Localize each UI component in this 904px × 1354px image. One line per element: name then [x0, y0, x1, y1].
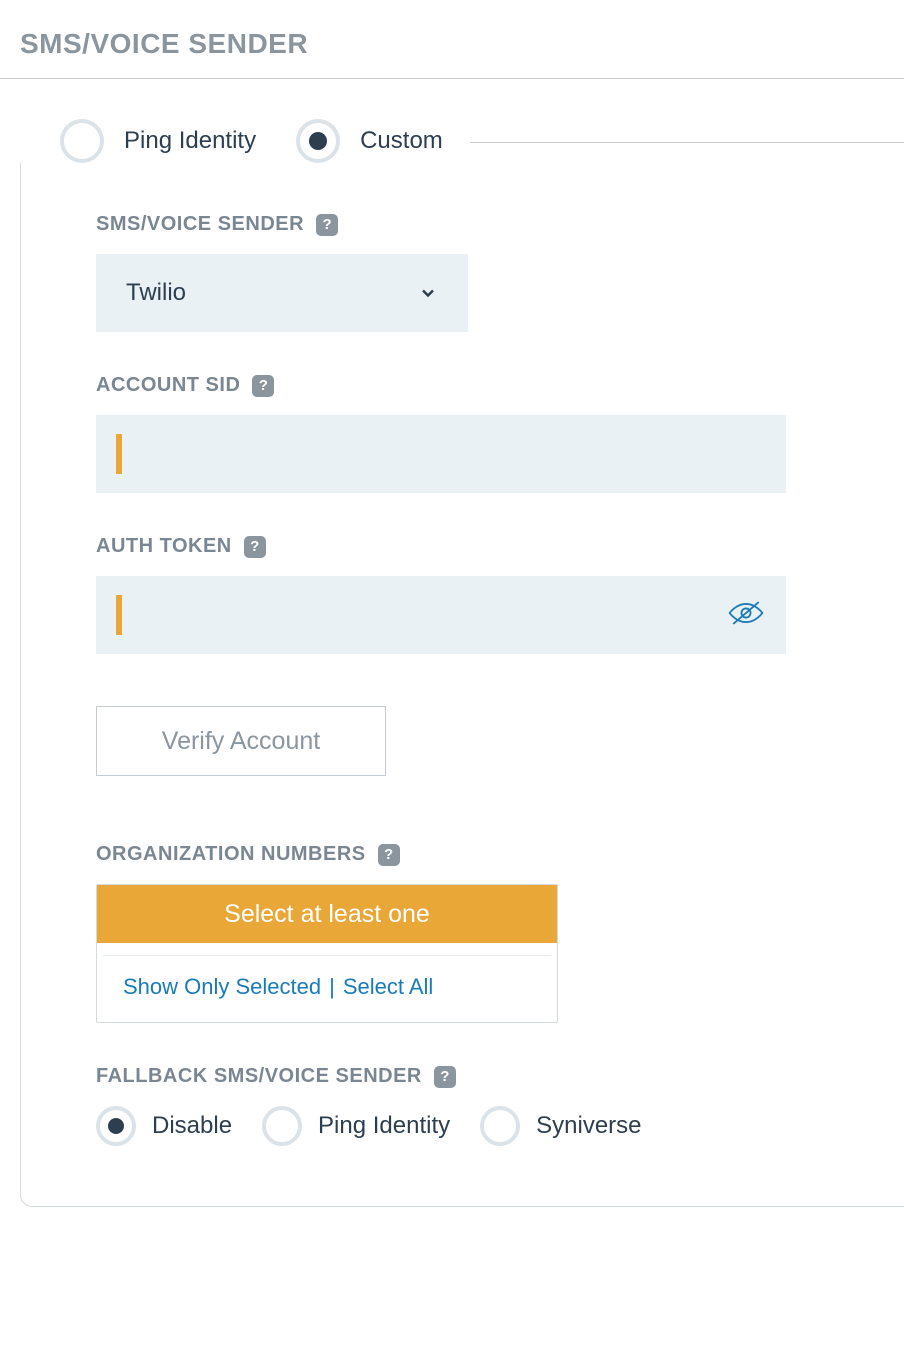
divider: |	[329, 974, 335, 1000]
account-sid-input[interactable]	[126, 441, 766, 467]
radio-icon	[96, 1106, 136, 1146]
show-only-selected-link[interactable]: Show Only Selected	[123, 974, 321, 1000]
tab-custom[interactable]: Custom	[296, 119, 443, 163]
help-icon[interactable]: ?	[434, 1066, 456, 1088]
radio-icon	[60, 119, 104, 163]
field-label-row: ORGANIZATION NUMBERS ?	[96, 843, 904, 866]
sender-select[interactable]: Twilio	[96, 254, 468, 332]
select-all-link[interactable]: Select All	[343, 974, 434, 1000]
fallback-options-row: Disable Ping Identity Syniverse	[96, 1106, 904, 1146]
tab-label: Ping Identity	[124, 127, 256, 155]
auth-token-group: AUTH TOKEN ?	[96, 535, 904, 654]
eye-hidden-icon[interactable]	[726, 597, 766, 634]
fallback-option-label: Ping Identity	[318, 1112, 450, 1140]
radio-icon	[296, 119, 340, 163]
field-label-row: AUTH TOKEN ?	[96, 535, 904, 558]
org-numbers-label: ORGANIZATION NUMBERS	[96, 843, 366, 866]
field-label-row: FALLBACK SMS/VOICE SENDER ?	[96, 1065, 904, 1088]
sender-field-group: SMS/VOICE SENDER ? Twilio	[96, 213, 904, 332]
field-label-row: SMS/VOICE SENDER ?	[96, 213, 904, 236]
page-title: SMS/VOICE SENDER	[20, 28, 884, 60]
help-icon[interactable]: ?	[244, 536, 266, 558]
account-sid-group: ACCOUNT SID ?	[96, 374, 904, 493]
sender-label: SMS/VOICE SENDER	[96, 213, 304, 236]
fallback-option-disable[interactable]: Disable	[96, 1106, 232, 1146]
tab-ping-identity[interactable]: Ping Identity	[60, 119, 256, 163]
org-numbers-banner: Select at least one	[97, 885, 557, 943]
auth-token-input[interactable]	[126, 602, 726, 628]
field-label-row: ACCOUNT SID ?	[96, 374, 904, 397]
org-numbers-group: ORGANIZATION NUMBERS ? Select at least o…	[96, 843, 904, 1023]
fallback-option-ping-identity[interactable]: Ping Identity	[262, 1106, 450, 1146]
tab-underline	[470, 142, 904, 143]
radio-icon	[480, 1106, 520, 1146]
input-cursor	[116, 595, 122, 635]
fallback-group: FALLBACK SMS/VOICE SENDER ? Disable Ping…	[96, 1065, 904, 1146]
org-numbers-box: Select at least one Show Only Selected |…	[96, 884, 558, 1023]
account-sid-label: ACCOUNT SID	[96, 374, 240, 397]
help-icon[interactable]: ?	[252, 375, 274, 397]
input-cursor	[116, 434, 122, 474]
sender-select-value: Twilio	[126, 279, 186, 307]
verify-account-button[interactable]: Verify Account	[96, 706, 386, 776]
fallback-option-label: Syniverse	[536, 1112, 641, 1140]
radio-icon	[262, 1106, 302, 1146]
fallback-option-label: Disable	[152, 1112, 232, 1140]
sender-type-tabs: Ping Identity Custom	[0, 79, 904, 163]
account-sid-input-wrap	[96, 415, 786, 493]
org-numbers-actions: Show Only Selected | Select All	[103, 955, 551, 1022]
fallback-label: FALLBACK SMS/VOICE SENDER	[96, 1065, 422, 1088]
help-icon[interactable]: ?	[316, 214, 338, 236]
page-header: SMS/VOICE SENDER	[0, 0, 904, 79]
help-icon[interactable]: ?	[378, 844, 400, 866]
chevron-down-icon	[418, 283, 438, 303]
tab-label: Custom	[360, 127, 443, 155]
fallback-option-syniverse[interactable]: Syniverse	[480, 1106, 641, 1146]
auth-token-label: AUTH TOKEN	[96, 535, 232, 558]
verify-group: Verify Account	[96, 696, 904, 801]
custom-sender-form: SMS/VOICE SENDER ? Twilio ACCOUNT SID ? …	[20, 163, 904, 1207]
auth-token-input-wrap	[96, 576, 786, 654]
